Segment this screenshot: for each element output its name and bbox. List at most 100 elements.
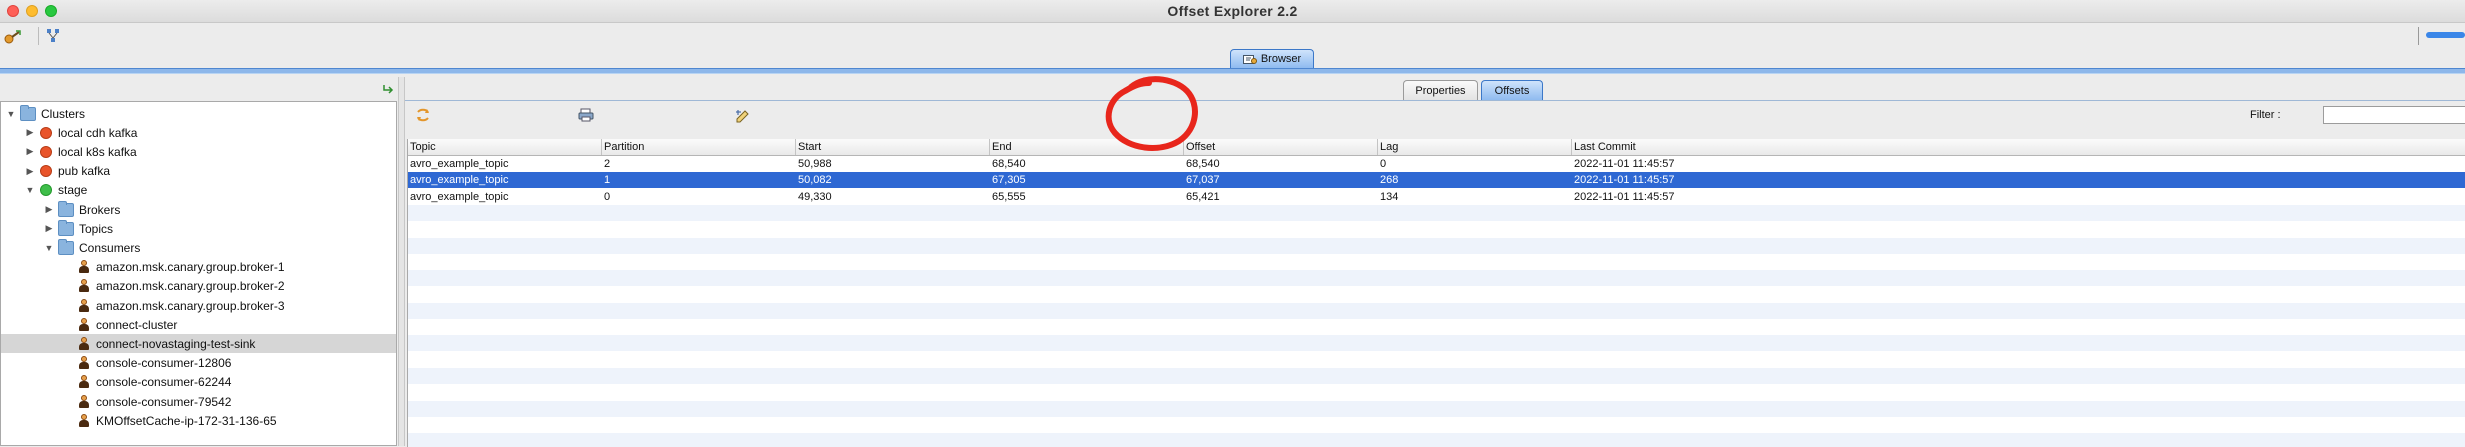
consumer-icon [78,317,90,332]
tab-browser[interactable]: Browser [1230,49,1314,68]
collapse-arrow-icon[interactable]: ▼ [43,243,55,253]
table-cell: 67,305 [992,174,1026,187]
tree-item-label: KMOffsetCache-ip-172-31-136-65 [96,413,277,428]
refresh-tree-icon[interactable] [382,83,394,95]
print-icon[interactable] [577,107,595,123]
tab-properties[interactable]: Properties [1403,80,1478,100]
tab-offsets[interactable]: Offsets [1481,80,1543,100]
empty-row [408,302,2465,319]
refresh-offsets-icon[interactable] [414,107,432,123]
column-header[interactable]: Partition [602,139,796,155]
collapse-arrow-icon[interactable]: ▼ [5,109,17,119]
tree-item[interactable]: ▼ Consumers [1,238,396,257]
tree-header [0,77,398,99]
consumer-icon [78,260,90,274]
tree-item[interactable]: connect-novastaging-test-sink [1,334,396,354]
tree-item-label: pub kafka [58,164,111,179]
expand-arrow-icon[interactable]: ▶ [43,223,55,234]
expand-arrow-icon[interactable]: ▶ [43,204,55,215]
folder-icon [58,238,74,255]
tree-item[interactable]: ▶ local k8s kafka [1,142,396,161]
tree-item[interactable]: console-consumer-62244 [1,373,396,392]
table-row[interactable]: avro_example_topic 2 50,988 68,540 68,540 0 20… [408,156,2465,172]
expand-arrow-icon[interactable]: ▶ [24,166,36,177]
filter-input[interactable] [2323,106,2465,124]
column-header[interactable]: Lag [1378,139,1572,155]
edit-offsets-icon[interactable] [734,107,752,123]
activity-indicator [2426,32,2465,38]
cluster-settings-icon[interactable] [44,26,64,46]
window-title-bar: Offset Explorer 2.2 [0,0,2465,23]
tree-item-label: local k8s kafka [58,144,137,159]
table-row[interactable]: avro_example_topic 0 49,330 65,555 65,421 134… [408,188,2465,205]
toolbar-separator [38,27,39,45]
tree-item-label: amazon.msk.canary.group.broker-3 [96,298,285,313]
cluster-offline-icon [40,165,52,178]
table-cell: avro_example_topic [410,190,509,203]
pane-splitter[interactable] [398,77,405,446]
tree-item[interactable]: connect-cluster [1,315,396,334]
folder-icon [20,104,36,121]
tree-item[interactable]: amazon.msk.canary.group.broker-2 [1,277,396,296]
tree-item[interactable]: amazon.msk.canary.group.broker-3 [1,296,396,315]
empty-row [408,221,2465,238]
table-cell: 2022-11-01 11:45:57 [1574,158,1675,170]
expand-arrow-icon[interactable]: ▶ [24,127,36,138]
folder-icon [58,200,74,217]
tree-item[interactable]: ▶ Topics [1,219,396,238]
empty-row [408,416,2465,433]
column-header[interactable]: Topic [408,139,602,155]
cluster-offline-icon [40,145,52,158]
detail-pane: Properties Offsets Filter : Topic Partit… [405,76,2465,447]
tree-item[interactable]: console-consumer-79542 [1,392,396,411]
cluster-offline-icon [40,126,52,139]
filter-label: Filter : [2250,109,2281,121]
column-header[interactable]: Last Commit [1572,139,2465,155]
tree-item[interactable]: ▶ pub kafka [1,162,396,181]
empty-row [408,270,2465,287]
table-cell: 68,540 [992,158,1026,170]
offsets-action-bar: Filter : [405,101,2465,129]
tree-item[interactable]: console-consumer-12806 [1,354,396,373]
tree-item-label: Brokers [79,202,121,217]
consumer-icon [78,298,90,313]
consumer-icon [78,336,90,351]
table-cell: avro_example_topic [410,158,509,170]
empty-row [408,400,2465,417]
consumer-icon [78,279,90,293]
empty-row [408,367,2465,384]
empty-row [408,204,2465,221]
consumer-icon [78,413,90,428]
tree-item-label: local cdh kafka [58,125,138,140]
column-header[interactable]: Offset [1184,139,1378,155]
add-cluster-icon[interactable] [3,26,23,46]
tree-item[interactable]: amazon.msk.canary.group.broker-1 [1,258,396,277]
tree-item[interactable]: ▶ Brokers [1,200,396,219]
table-cell: 2 [604,158,611,170]
browser-icon [1242,54,1257,64]
column-header[interactable]: Start [796,139,990,155]
tree-item[interactable]: ▶ local cdh kafka [1,123,396,142]
empty-row [408,237,2465,254]
empty-row [408,253,2465,270]
consumer-icon [78,356,90,370]
collapse-arrow-icon[interactable]: ▼ [24,185,36,195]
cluster-tree[interactable]: ▼ Clusters ▶ local cdh kafka ▶ local k8s kafk… [0,101,397,446]
tree-item[interactable]: ▼ stage [1,181,396,200]
consumer-icon [78,375,90,389]
empty-row [408,319,2465,335]
table-row[interactable]: avro_example_topic 1 50,082 67,305 67,037 268… [408,172,2465,189]
table-cell: 2022-11-01 11:45:57 [1574,174,1675,187]
tree-item[interactable]: KMOffsetCache-ip-172-31-136-65 [1,411,396,430]
table-cell: 68,540 [1186,158,1220,170]
offsets-table[interactable]: Topic Partition Start End Offset Lag Last Comm… [407,139,2465,447]
tree-item[interactable]: ▼ Clusters [1,104,396,123]
folder-icon [58,219,74,236]
offsets-panel: Filter : Topic Partition Start End Offset Lag… [405,100,2465,447]
table-cell: 2022-11-01 11:45:57 [1574,190,1675,203]
table-cell: 65,555 [992,190,1026,203]
tree-item-label: stage [58,183,88,198]
tree-item-label: amazon.msk.canary.group.broker-2 [96,279,285,294]
expand-arrow-icon[interactable]: ▶ [24,146,36,157]
app-title: Offset Explorer 2.2 [1167,3,1298,19]
